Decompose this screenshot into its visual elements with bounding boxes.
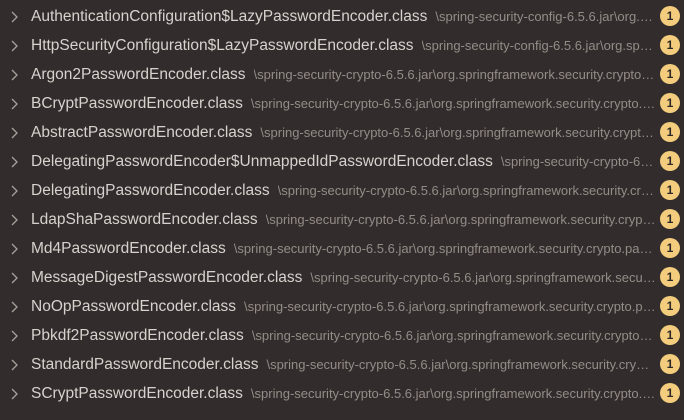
chevron-right-icon[interactable] bbox=[10, 127, 20, 139]
result-text: BCryptPasswordEncoder.class \spring-secu… bbox=[31, 89, 656, 118]
result-text: NoOpPasswordEncoder.class \spring-securi… bbox=[31, 292, 656, 321]
match-count-badge: 1 bbox=[660, 209, 680, 229]
result-file-path: \spring-security-crypto-6.5.6.jar\org.sp… bbox=[260, 125, 656, 140]
result-file-path: \spring-security-config-6.5.6.jar\org.sp… bbox=[421, 38, 656, 53]
chevron-right-icon[interactable] bbox=[10, 11, 20, 23]
result-file-row[interactable]: MessageDigestPasswordEncoder.class \spri… bbox=[0, 263, 684, 292]
result-file-name: AbstractPasswordEncoder.class bbox=[31, 123, 253, 141]
chevron-right-icon[interactable] bbox=[10, 388, 20, 400]
result-file-path: \spring-security-crypto-6.5.6.jar\org.sp… bbox=[310, 270, 656, 285]
result-text: Argon2PasswordEncoder.class \spring-secu… bbox=[31, 60, 656, 89]
match-count-badge: 1 bbox=[660, 151, 680, 171]
result-file-row[interactable]: Argon2PasswordEncoder.class \spring-secu… bbox=[0, 60, 684, 89]
chevron-right-icon[interactable] bbox=[10, 330, 20, 342]
match-count-badge: 1 bbox=[660, 296, 680, 316]
match-count-badge: 1 bbox=[660, 64, 680, 84]
chevron-right-icon[interactable] bbox=[10, 40, 20, 52]
chevron-right-icon[interactable] bbox=[10, 214, 20, 226]
match-count-badge: 1 bbox=[660, 238, 680, 258]
result-text: HttpSecurityConfiguration$LazyPasswordEn… bbox=[31, 31, 656, 60]
result-text: Md4PasswordEncoder.class \spring-securit… bbox=[31, 234, 656, 263]
match-count-badge: 1 bbox=[660, 122, 680, 142]
chevron-right-icon[interactable] bbox=[10, 69, 20, 81]
match-count-badge: 1 bbox=[660, 93, 680, 113]
result-text: SCryptPasswordEncoder.class \spring-secu… bbox=[31, 379, 656, 408]
result-file-name: AuthenticationConfiguration$LazyPassword… bbox=[31, 7, 428, 25]
result-file-row[interactable]: Pbkdf2PasswordEncoder.class \spring-secu… bbox=[0, 321, 684, 350]
result-file-path: \spring-security-crypto-6.5.6.jar\org.sp… bbox=[500, 154, 656, 169]
result-file-path: \spring-security-config-6.5.6.jar\org.sp… bbox=[435, 9, 656, 24]
result-file-row[interactable]: AuthenticationConfiguration$LazyPassword… bbox=[0, 2, 684, 31]
result-text: DelegatingPasswordEncoder.class \spring-… bbox=[31, 176, 656, 205]
result-file-name: LdapShaPasswordEncoder.class bbox=[31, 210, 258, 228]
result-file-row[interactable]: SCryptPasswordEncoder.class \spring-secu… bbox=[0, 379, 684, 408]
result-file-name: BCryptPasswordEncoder.class bbox=[31, 94, 243, 112]
result-file-name: Pbkdf2PasswordEncoder.class bbox=[31, 326, 244, 344]
result-file-path: \spring-security-crypto-6.5.6.jar\org.sp… bbox=[251, 328, 656, 343]
result-text: DelegatingPasswordEncoder$UnmappedIdPass… bbox=[31, 147, 656, 176]
result-file-path: \spring-security-crypto-6.5.6.jar\org.sp… bbox=[233, 241, 656, 256]
result-file-name: NoOpPasswordEncoder.class bbox=[31, 297, 237, 315]
result-file-row[interactable]: StandardPasswordEncoder.class \spring-se… bbox=[0, 350, 684, 379]
result-text: AuthenticationConfiguration$LazyPassword… bbox=[31, 2, 656, 31]
chevron-right-icon[interactable] bbox=[10, 359, 20, 371]
result-file-name: Md4PasswordEncoder.class bbox=[31, 239, 226, 257]
result-file-name: SCryptPasswordEncoder.class bbox=[31, 384, 243, 402]
result-text: AbstractPasswordEncoder.class \spring-se… bbox=[31, 118, 656, 147]
match-count-badge: 1 bbox=[660, 267, 680, 287]
result-file-row[interactable]: AbstractPasswordEncoder.class \spring-se… bbox=[0, 118, 684, 147]
result-file-path: \spring-security-crypto-6.5.6.jar\org.sp… bbox=[265, 212, 656, 227]
result-file-row[interactable]: LdapShaPasswordEncoder.class \spring-sec… bbox=[0, 205, 684, 234]
result-file-path: \spring-security-crypto-6.5.6.jar\org.sp… bbox=[250, 96, 656, 111]
result-file-row[interactable]: BCryptPasswordEncoder.class \spring-secu… bbox=[0, 89, 684, 118]
result-file-name: MessageDigestPasswordEncoder.class bbox=[31, 268, 303, 286]
result-file-path: \spring-security-crypto-6.5.6.jar\org.sp… bbox=[250, 386, 656, 401]
chevron-right-icon[interactable] bbox=[10, 156, 20, 168]
result-file-row[interactable]: DelegatingPasswordEncoder$UnmappedIdPass… bbox=[0, 147, 684, 176]
result-text: Pbkdf2PasswordEncoder.class \spring-secu… bbox=[31, 321, 656, 350]
match-count-badge: 1 bbox=[660, 180, 680, 200]
result-text: LdapShaPasswordEncoder.class \spring-sec… bbox=[31, 205, 656, 234]
result-file-name: StandardPasswordEncoder.class bbox=[31, 355, 259, 373]
result-file-name: DelegatingPasswordEncoder$UnmappedIdPass… bbox=[31, 152, 493, 170]
chevron-right-icon[interactable] bbox=[10, 272, 20, 284]
result-file-path: \spring-security-crypto-6.5.6.jar\org.sp… bbox=[253, 67, 656, 82]
match-count-badge: 1 bbox=[660, 325, 680, 345]
chevron-right-icon[interactable] bbox=[10, 301, 20, 313]
result-file-name: HttpSecurityConfiguration$LazyPasswordEn… bbox=[31, 36, 414, 54]
search-results-tree: AuthenticationConfiguration$LazyPassword… bbox=[0, 0, 684, 420]
result-file-path: \spring-security-crypto-6.5.6.jar\org.sp… bbox=[277, 183, 656, 198]
result-text: MessageDigestPasswordEncoder.class \spri… bbox=[31, 263, 656, 292]
match-count-badge: 1 bbox=[660, 35, 680, 55]
match-count-badge: 1 bbox=[660, 383, 680, 403]
match-count-badge: 1 bbox=[660, 6, 680, 26]
chevron-right-icon[interactable] bbox=[10, 185, 20, 197]
result-file-row[interactable]: NoOpPasswordEncoder.class \spring-securi… bbox=[0, 292, 684, 321]
result-file-row[interactable]: HttpSecurityConfiguration$LazyPasswordEn… bbox=[0, 31, 684, 60]
chevron-right-icon[interactable] bbox=[10, 243, 20, 255]
result-file-row[interactable]: DelegatingPasswordEncoder.class \spring-… bbox=[0, 176, 684, 205]
match-count-badge: 1 bbox=[660, 354, 680, 374]
result-file-path: \spring-security-crypto-6.5.6.jar\org.sp… bbox=[244, 299, 656, 314]
chevron-right-icon[interactable] bbox=[10, 98, 20, 110]
result-file-name: DelegatingPasswordEncoder.class bbox=[31, 181, 270, 199]
result-file-row[interactable]: Md4PasswordEncoder.class \spring-securit… bbox=[0, 234, 684, 263]
result-text: StandardPasswordEncoder.class \spring-se… bbox=[31, 350, 656, 379]
result-file-name: Argon2PasswordEncoder.class bbox=[31, 65, 246, 83]
result-file-path: \spring-security-crypto-6.5.6.jar\org.sp… bbox=[266, 357, 656, 372]
